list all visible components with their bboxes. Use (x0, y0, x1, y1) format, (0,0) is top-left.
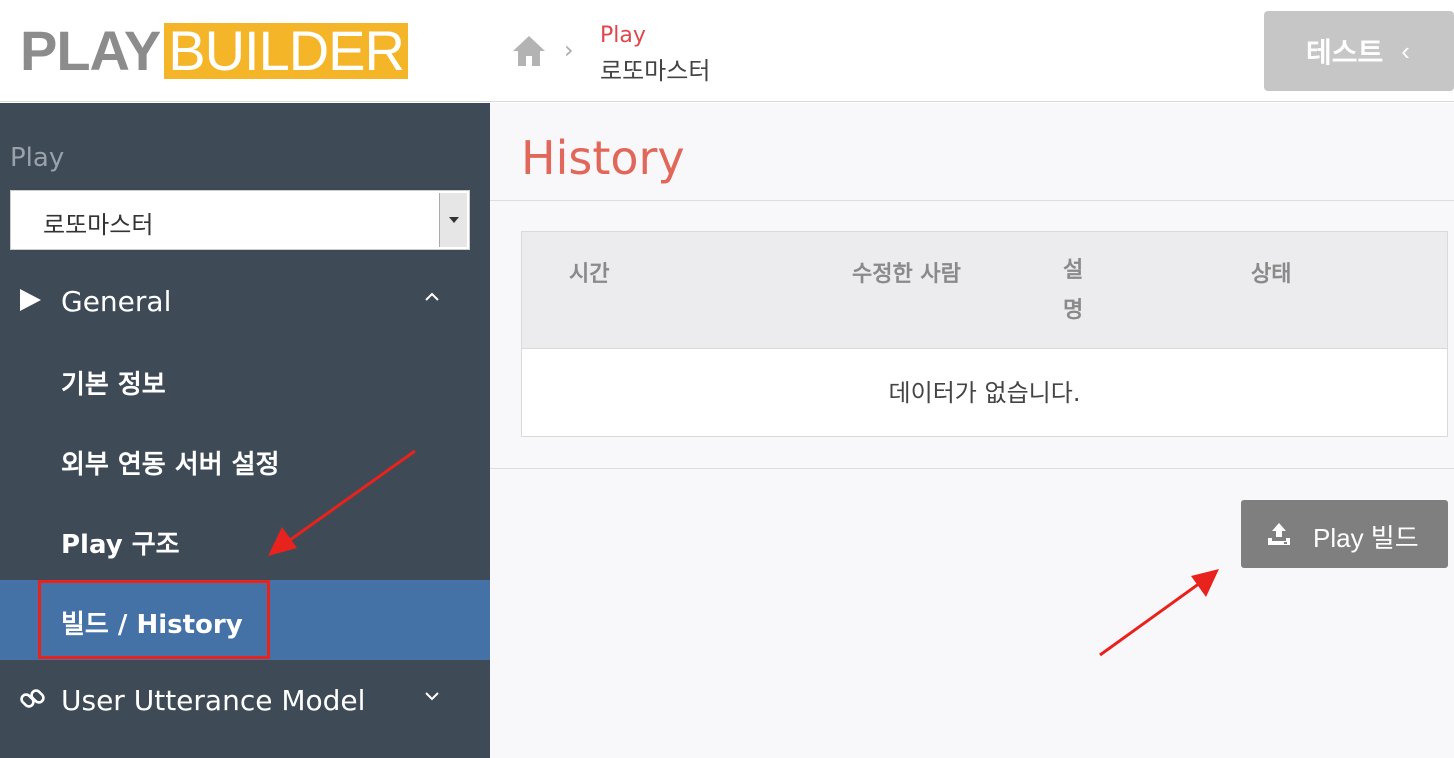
play-build-label: Play 빌드 (1313, 523, 1419, 553)
play-select-label: Play (10, 143, 65, 173)
test-panel-button[interactable]: 테스트 ‹ (1264, 11, 1454, 91)
breadcrumb-separator-icon: › (564, 36, 574, 64)
sidebar-section-general[interactable]: General (0, 261, 490, 341)
top-header: PLAY BUILDER › Play 로또마스터 테스트 ‹ (0, 0, 1454, 102)
sidebar-section-user-utterance-model[interactable]: User Utterance Model (0, 660, 490, 740)
dropdown-arrow-icon[interactable] (439, 193, 467, 247)
sidebar-item-label: Play 구조 (61, 530, 180, 560)
play-select-value: 로또마스터 (43, 211, 154, 239)
chevron-down-icon[interactable] (420, 684, 444, 708)
test-button-label: 테스트 (1306, 37, 1384, 68)
logo-play-text: PLAY (20, 19, 161, 82)
sidebar-item-external-server[interactable]: 외부 연동 서버 설정 (0, 420, 490, 500)
sidebar-item-label: 외부 연동 서버 설정 (61, 450, 280, 480)
play-build-button[interactable]: Play 빌드 (1241, 500, 1448, 568)
column-header-status[interactable]: 상태 (1251, 256, 1291, 288)
empty-table-message: 데이터가 없습니다. (522, 348, 1447, 436)
main-content: History 시간 수정한 사람 설명 상태 데이터가 없습니다. Play … (490, 103, 1454, 758)
history-table: 시간 수정한 사람 설명 상태 데이터가 없습니다. (521, 231, 1448, 437)
column-header-editor[interactable]: 수정한 사람 (852, 256, 961, 288)
link-icon (20, 689, 45, 708)
sidebar: Play 로또마스터 General 기본 정보 외부 연동 서버 설정 Pla… (0, 103, 490, 758)
sidebar-item-basic-info[interactable]: 기본 정보 (0, 340, 490, 420)
logo-builder-text: BUILDER (164, 23, 408, 79)
play-builder-logo[interactable]: PLAY BUILDER (20, 23, 408, 79)
breadcrumb-current: 로또마스터 (600, 57, 711, 85)
sidebar-item-build-history[interactable]: 빌드 / History (0, 580, 490, 660)
sidebar-section-label: User Utterance Model (61, 683, 366, 717)
play-triangle-icon (20, 289, 41, 311)
sidebar-section-label: General (61, 284, 172, 318)
upload-icon (1268, 523, 1290, 545)
page-title: History (521, 131, 685, 185)
sidebar-item-label: 빌드 / History (61, 610, 243, 640)
chevron-left-icon: ‹ (1401, 35, 1410, 66)
table-header: 시간 수정한 사람 설명 상태 (522, 232, 1447, 348)
sidebar-item-play-structure[interactable]: Play 구조 (0, 500, 490, 580)
sidebar-item-label: 기본 정보 (61, 370, 166, 400)
chevron-up-icon[interactable] (420, 285, 444, 309)
column-header-description[interactable]: 설명 (1063, 251, 1089, 331)
divider (490, 468, 1454, 469)
breadcrumb-parent[interactable]: Play (600, 23, 646, 48)
divider (490, 200, 1454, 201)
play-select[interactable]: 로또마스터 (10, 190, 470, 250)
column-header-time[interactable]: 시간 (569, 256, 609, 288)
home-icon[interactable] (510, 32, 548, 70)
